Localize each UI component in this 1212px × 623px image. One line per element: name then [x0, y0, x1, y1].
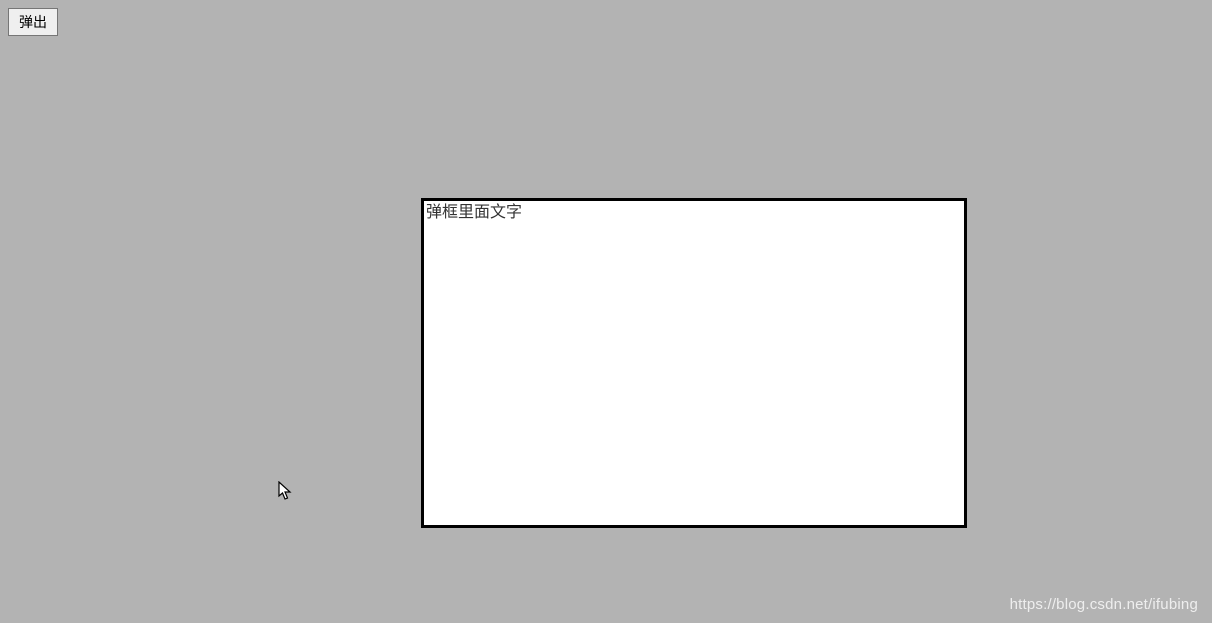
popup-button[interactable]: 弹出 — [8, 8, 58, 36]
modal-dialog: 弹框里面文字 — [421, 198, 967, 528]
cursor-icon — [278, 481, 292, 501]
watermark-text: https://blog.csdn.net/ifubing — [1010, 596, 1198, 613]
modal-content-text: 弹框里面文字 — [424, 201, 964, 226]
